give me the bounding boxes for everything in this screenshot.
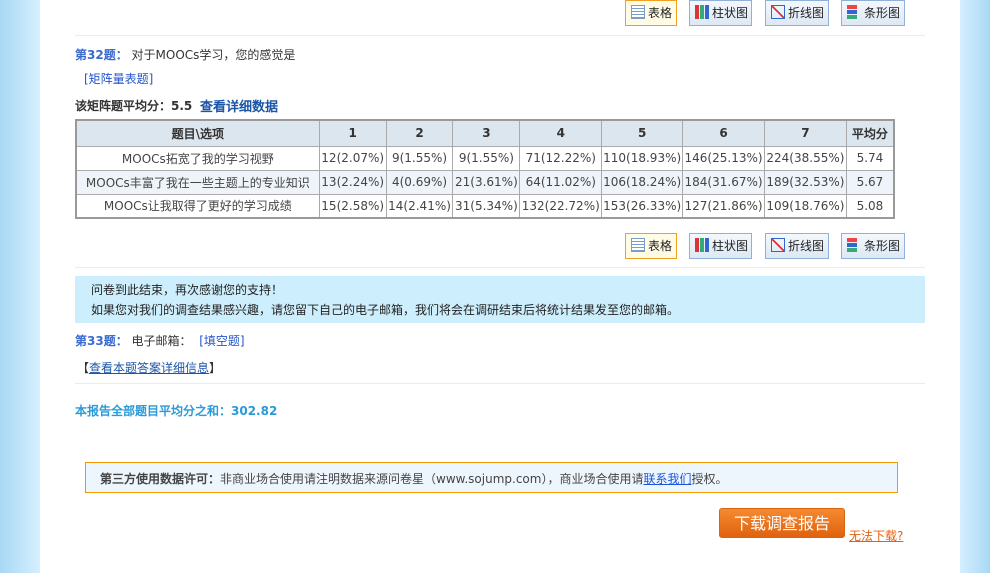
table-row: MOOCs丰富了我在一些主题上的专业知识 13(2.24%) 4(0.69%) 21(… [75,169,895,195]
cell: 64(11.02%) [519,169,603,195]
table-header-row: 题目\选项 1 2 3 4 5 6 7 平均分 [75,119,895,147]
q33-heading: 第33题： 电子邮箱： [填空题] [75,334,245,348]
license-notice: 第三方使用数据许可：非商业场合使用请注明数据来源问卷星（www.sojump.c… [85,462,898,493]
header-cell: 题目\选项 [75,119,320,147]
header-cell: 7 [763,119,847,147]
cell: 106(18.24%) [601,169,684,195]
cell: MOOCs丰富了我在一些主题上的专业知识 [75,169,320,195]
cannot-download-link[interactable]: 无法下载? [849,527,903,544]
matrix-table: 题目\选项 1 2 3 4 5 6 7 平均分 MOOCs拓宽了我的学习视野 12(2.07%) 9… [75,119,895,219]
answer-detail-link[interactable]: 查看本题答案详细信息 [89,361,209,375]
divider [75,383,925,384]
cell: 5.67 [845,169,895,195]
cell: 13(2.24%) [318,169,387,195]
survey-end-notice: 问卷到此结束，再次感谢您的支持！ 如果您对我们的调查结果感兴趣，请您留下自己的电… [75,276,925,323]
cell: MOOCs让我取得了更好的学习成绩 [75,193,320,219]
table-row: MOOCs让我取得了更好的学习成绩 15(2.58%) 14(2.41%) 31(5.… [75,193,895,219]
cell: 15(2.58%) [318,193,387,219]
cell: 5.74 [845,145,895,171]
header-cell: 4 [519,119,603,147]
bar-chart-view-button[interactable]: 柱状图 [689,233,752,259]
cell: 71(12.22%) [519,145,603,171]
bar-chart-icon [695,238,709,252]
header-cell: 6 [682,119,765,147]
q32-type: [矩阵量表题] [84,72,154,86]
cell: 184(31.67%) [682,169,765,195]
table-icon [631,238,645,252]
cell: 4(0.69%) [385,169,454,195]
cell: 127(21.86%) [682,193,765,219]
divider [75,35,925,36]
table-row: MOOCs拓宽了我的学习视野 12(2.07%) 9(1.55%) 9(1.55%) 7… [75,145,895,171]
horizontal-bar-view-button[interactable]: 条形图 [841,0,905,26]
total-average-sum: 本报告全部题目平均分之和：302.82 [75,404,278,418]
cell: 14(2.41%) [385,193,454,219]
cell: 21(3.61%) [452,169,521,195]
line-chart-view-button[interactable]: 折线图 [765,233,829,259]
header-cell: 2 [385,119,454,147]
download-report-button[interactable]: 下载调查报告 [719,508,845,538]
cell: 146(25.13%) [682,145,765,171]
line-chart-icon [771,238,785,252]
header-cell: 1 [318,119,387,147]
divider [75,267,925,268]
header-cell: 平均分 [845,119,895,147]
cell: 31(5.34%) [452,193,521,219]
cell: 153(26.33%) [601,193,684,219]
q32-heading: 第32题： 对于MOOCs学习，您的感觉是 [75,48,296,62]
horizontal-bar-icon [847,238,857,252]
q32-average: 该矩阵题平均分：5.5 [75,99,193,113]
header-cell: 5 [601,119,684,147]
table-view-button[interactable]: 表格 [625,0,677,26]
cell: 132(22.72%) [519,193,603,219]
notice-line: 如果您对我们的调查结果感兴趣，请您留下自己的电子邮箱，我们将会在调研结束后将统计… [91,303,680,317]
table-view-button[interactable]: 表格 [625,233,677,259]
table-icon [631,5,645,19]
line-chart-icon [771,5,785,19]
notice-line: 问卷到此结束，再次感谢您的支持！ [91,283,284,297]
cell: 5.08 [845,193,895,219]
view-detail-link[interactable]: 查看详细数据 [200,96,278,115]
horizontal-bar-view-button[interactable]: 条形图 [841,233,905,259]
horizontal-bar-icon [847,5,857,19]
cell: 110(18.93%) [601,145,684,171]
bar-chart-view-button[interactable]: 柱状图 [689,0,752,26]
header-cell: 3 [452,119,521,147]
cell: 224(38.55%) [763,145,847,171]
cell: 109(18.76%) [763,193,847,219]
line-chart-view-button[interactable]: 折线图 [765,0,829,26]
cell: 12(2.07%) [318,145,387,171]
bar-chart-icon [695,5,709,19]
q33-detail: 【查看本题答案详细信息】 [77,361,222,375]
cell: 9(1.55%) [452,145,521,171]
cell: 9(1.55%) [385,145,454,171]
cell: 189(32.53%) [763,169,847,195]
contact-us-link[interactable]: 联系我们 [643,472,691,486]
cell: MOOCs拓宽了我的学习视野 [75,145,320,171]
